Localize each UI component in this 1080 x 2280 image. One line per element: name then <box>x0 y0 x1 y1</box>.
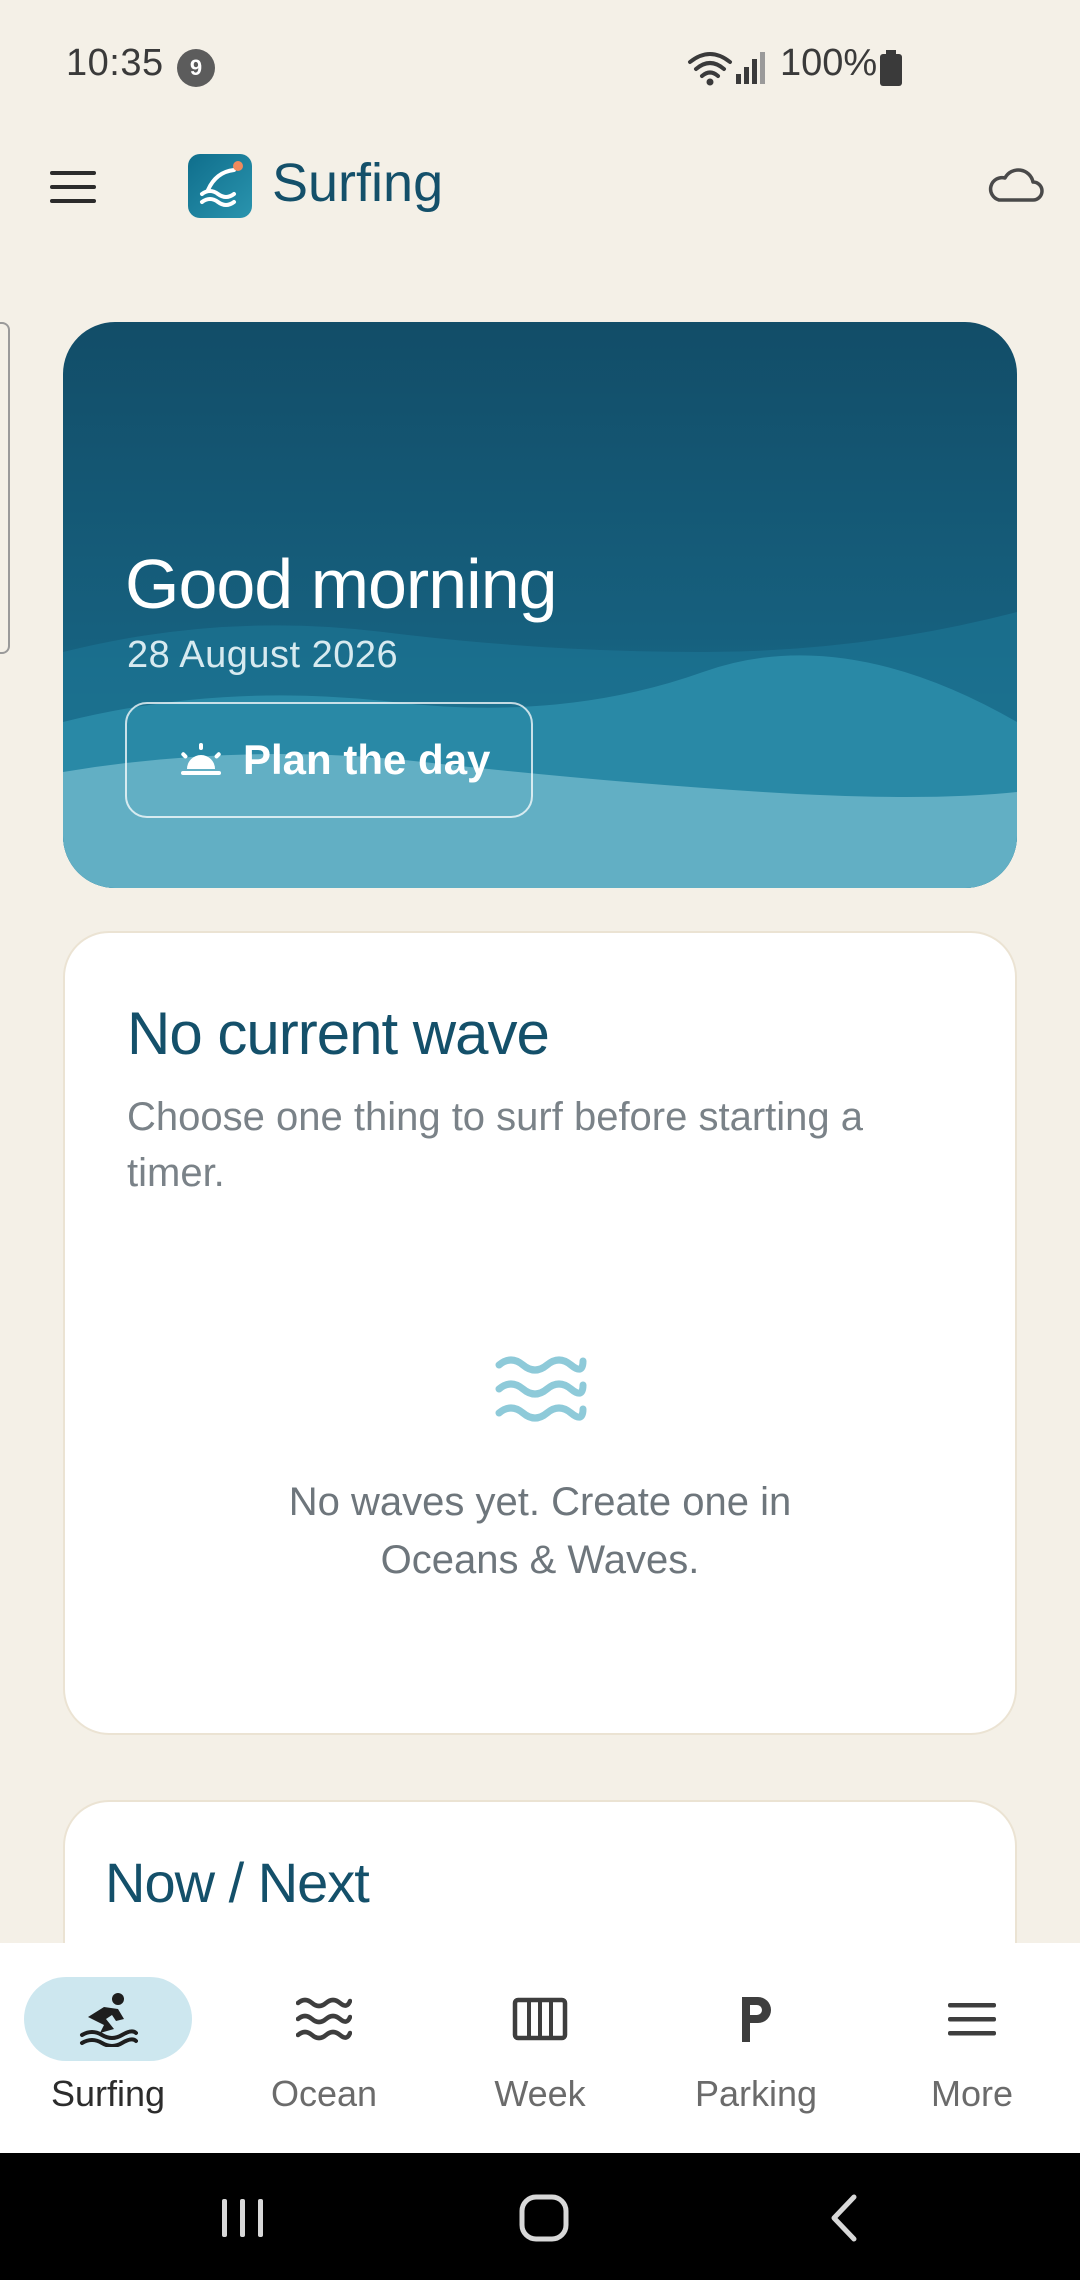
cloud-icon <box>988 168 1044 202</box>
cloud-sync-button[interactable] <box>985 160 1047 210</box>
back-icon[interactable] <box>826 2193 862 2243</box>
sunrise-icon <box>181 743 221 775</box>
nav-tab-more[interactable]: More <box>864 1943 1080 2153</box>
plan-the-day-label: Plan the day <box>243 736 491 783</box>
home-icon[interactable] <box>518 2193 570 2243</box>
hamburger-menu-button[interactable] <box>40 158 106 216</box>
surf-logo-icon <box>200 161 243 207</box>
now-next-title: Now / Next <box>105 1851 370 1914</box>
app-title: Surfing <box>272 153 444 213</box>
nav-label-parking: Parking <box>694 2073 818 2114</box>
bottom-navigation: Surfing Ocean Week Parking More <box>0 1943 1080 2153</box>
current-wave-title: No current wave <box>127 1000 550 1067</box>
nav-label-more: More <box>930 2073 1014 2114</box>
hamburger-icon <box>50 171 96 203</box>
nav-label-surfing: Surfing <box>50 2073 166 2114</box>
signal-icon <box>736 52 765 84</box>
greeting-hero-card: Good morning 28 August 2026 Plan the day <box>63 322 1017 888</box>
greeting-text: Good morning <box>125 545 558 623</box>
plan-the-day-button[interactable]: Plan the day <box>125 702 533 818</box>
side-drawer-handle[interactable] <box>0 322 10 654</box>
menu-icon <box>948 2003 996 2036</box>
app-logo <box>188 154 252 218</box>
notification-count-badge: 9 <box>177 49 215 87</box>
parking-icon <box>742 1997 771 2042</box>
recent-apps-icon[interactable] <box>218 2197 268 2239</box>
current-date: 28 August 2026 <box>127 634 399 676</box>
nav-tab-surfing[interactable]: Surfing <box>0 1943 216 2153</box>
system-navigation-bar <box>0 2153 1080 2280</box>
current-wave-description: Choose one thing to surf before starting… <box>127 1095 864 1195</box>
battery-icon <box>880 50 902 86</box>
nav-tab-week[interactable]: Week <box>432 1943 648 2153</box>
now-next-card: Now / Next <box>63 1800 1017 1960</box>
nav-tab-parking[interactable]: Parking <box>648 1943 864 2153</box>
nav-label-week: Week <box>494 2073 586 2114</box>
status-time: 10:35 <box>66 42 164 84</box>
empty-state-message: No waves yet. Create one in Oceans & Wav… <box>288 1480 792 1582</box>
waves-empty-icon <box>495 1356 587 1422</box>
wifi-icon <box>688 52 732 86</box>
current-wave-card: No current wave Choose one thing to surf… <box>63 931 1017 1735</box>
battery-percentage: 100% <box>780 42 878 84</box>
nav-label-ocean: Ocean <box>270 2073 378 2114</box>
waves-icon <box>296 1997 352 2041</box>
week-columns-icon <box>512 1997 568 2041</box>
nav-tab-ocean[interactable]: Ocean <box>216 1943 432 2153</box>
surfer-icon <box>80 1993 138 2047</box>
